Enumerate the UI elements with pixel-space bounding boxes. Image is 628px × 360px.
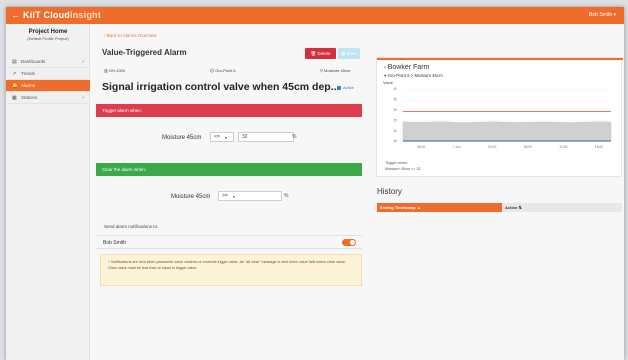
card-accent bbox=[377, 58, 623, 60]
project-home[interactable]: Project Home (Default Profile Project) bbox=[6, 28, 90, 52]
sidebar-item-dashboards[interactable]: ▤ Dashboards › bbox=[6, 56, 90, 68]
main-content: ‹ Back to Alarms Overview Value-Triggere… bbox=[96, 24, 624, 360]
page-title: Value-Triggered Alarm bbox=[102, 48, 187, 57]
alarm-meta: ▥ GH-1000 🛈 Gro-Point 6 ⚲ Moisture 45cm bbox=[102, 68, 362, 75]
clear-operator-value: >= bbox=[222, 193, 228, 199]
history-title: History bbox=[377, 187, 402, 196]
chart-x-tick: 12:00 bbox=[559, 145, 567, 149]
recipient-name: Bob Smith bbox=[103, 240, 127, 246]
chart-y-tick: 20 bbox=[393, 129, 397, 133]
delete-button[interactable]: 🗑 Delete bbox=[305, 48, 336, 59]
sidebar-item-label: Dashboards bbox=[21, 59, 46, 64]
sidebar-nav: ▤ Dashboards › ↗ Trends 🔔 Alarms ▦ Stati… bbox=[6, 56, 90, 104]
chart-y-tick: 40 bbox=[393, 87, 397, 91]
chevron-down-icon: ▾ bbox=[224, 134, 227, 140]
info-text: Notifications are sent when parameter va… bbox=[108, 260, 346, 270]
sidebar-item-stations[interactable]: ▦ Stations › bbox=[6, 92, 90, 104]
notify-recipient-row: Bob Smith bbox=[96, 235, 362, 249]
chart-y-tick: 30 bbox=[393, 108, 397, 112]
chart-x-tick: 06:00 bbox=[417, 145, 425, 149]
trend-icon: ↗ bbox=[12, 70, 17, 77]
info-icon: ● bbox=[108, 260, 111, 264]
device-label: ▥ GH-1000 bbox=[104, 68, 126, 73]
sidebar: Project Home (Default Profile Project) ▤… bbox=[6, 24, 90, 360]
clear-value-input[interactable] bbox=[236, 191, 288, 201]
trigger-condition: Moisture 45cm <= ▾ 32 % bbox=[96, 132, 362, 146]
trigger-value-input[interactable]: 32 bbox=[238, 132, 294, 142]
top-bar: ← KiiT CloudInsight Bob Smith ▾ bbox=[6, 7, 624, 24]
notify-label: Send alarm notifications to: bbox=[104, 224, 159, 229]
trigger-unit: % bbox=[292, 134, 297, 140]
history-table-header: Ending Timestamp ▲ Action ⇅ bbox=[377, 203, 622, 212]
trigger-note: Trigger when: Moisture 45cm <= 32 bbox=[385, 161, 421, 172]
trigger-operator-value: <= bbox=[214, 134, 220, 140]
back-to-alarms-link[interactable]: ‹ Back to Alarms Overview bbox=[104, 33, 157, 38]
clear-param-label: Moisture 45cm bbox=[171, 194, 211, 200]
farm-title-text: Bowker Farm bbox=[387, 64, 430, 71]
chevron-right-icon: › bbox=[82, 95, 84, 101]
project-subtitle: (Default Profile Project) bbox=[27, 36, 69, 41]
clear-banner: Clear the alarm when: bbox=[96, 163, 362, 176]
logo-insight: Insight bbox=[70, 10, 101, 20]
col-ending-timestamp[interactable]: Ending Timestamp ▲ bbox=[377, 203, 502, 212]
toggle-knob bbox=[350, 240, 355, 245]
chart-y-tick: 25 bbox=[393, 118, 397, 122]
chart-y-tick: 35 bbox=[393, 98, 397, 102]
chart-icon: ▪ bbox=[384, 65, 386, 71]
sidebar-item-trends[interactable]: ↗ Trends bbox=[6, 68, 90, 80]
logo-kiit: KiiT bbox=[23, 10, 41, 20]
chart-x-tick: 16:00 bbox=[595, 145, 603, 149]
chart-y-axis-title: Value bbox=[383, 80, 394, 85]
chevron-down-icon: ▾ bbox=[232, 193, 235, 199]
user-menu[interactable]: Bob Smith ▾ bbox=[589, 12, 616, 19]
clear-condition: Moisture 45cm >= ▾ % bbox=[96, 191, 362, 205]
project-title: Project Home bbox=[28, 29, 68, 35]
chart-series-area bbox=[402, 121, 612, 142]
clear-unit: % bbox=[284, 193, 289, 199]
status-badge-label: Active bbox=[343, 85, 354, 90]
col-action[interactable]: Action ⇅ bbox=[502, 203, 622, 212]
chart-x-tick: 04:00 bbox=[488, 145, 496, 149]
alarm-name[interactable]: Signal irrigation control valve when 45c… bbox=[102, 81, 339, 93]
farm-title: ▪ Bowker Farm bbox=[384, 64, 429, 71]
notify-toggle[interactable] bbox=[342, 239, 356, 246]
sensor-chart-card: ▪ Bowker Farm ⌖ Gro-Point 6 > Moisture 4… bbox=[376, 57, 623, 177]
bell-icon: 🔔 bbox=[12, 82, 19, 89]
logo-cloud: Cloud bbox=[43, 10, 71, 20]
moisture-chart: Value 40 35 30 25 20 15 06:00 7 Jun 04:00 08:00 12:… bbox=[383, 80, 612, 149]
status-badge[interactable]: Active bbox=[337, 85, 354, 90]
dashboard-icon: ▤ bbox=[12, 58, 17, 65]
trigger-banner: Trigger alarm when: bbox=[96, 104, 362, 117]
sensor-path: ⌖ Gro-Point 6 > Moisture 45cm bbox=[384, 73, 443, 78]
back-arrow-icon[interactable]: ← bbox=[11, 10, 20, 20]
trigger-param-label: Moisture 45cm bbox=[162, 135, 202, 141]
sensor-label: ⚲ Moisture 45cm bbox=[320, 68, 351, 73]
trigger-operator-select[interactable]: <= ▾ bbox=[210, 132, 234, 142]
point-label: 🛈 Gro-Point 6 bbox=[210, 68, 236, 73]
sidebar-item-label: Trends bbox=[21, 71, 35, 76]
active-checkbox-icon bbox=[337, 85, 341, 90]
save-button[interactable]: 🖫 Save bbox=[338, 48, 360, 59]
chart-x-tick: 08:00 bbox=[524, 145, 532, 149]
app-window: ← KiiT CloudInsight Bob Smith ▾ Project … bbox=[6, 7, 624, 360]
sidebar-item-alarms[interactable]: 🔔 Alarms bbox=[6, 80, 90, 92]
info-box: ● Notifications are sent when parameter … bbox=[100, 254, 362, 286]
sidebar-item-label: Alarms bbox=[21, 83, 36, 88]
station-icon: ▦ bbox=[12, 94, 17, 101]
app-logo[interactable]: KiiT CloudInsight bbox=[23, 10, 101, 21]
chart-y-tick: 15 bbox=[393, 139, 397, 143]
sidebar-item-label: Stations bbox=[21, 95, 38, 100]
trigger-note-line-2: Moisture 45cm <= 32 bbox=[385, 166, 421, 171]
chevron-right-icon: › bbox=[82, 59, 84, 65]
chart-x-tick: 7 Jun bbox=[453, 145, 461, 149]
